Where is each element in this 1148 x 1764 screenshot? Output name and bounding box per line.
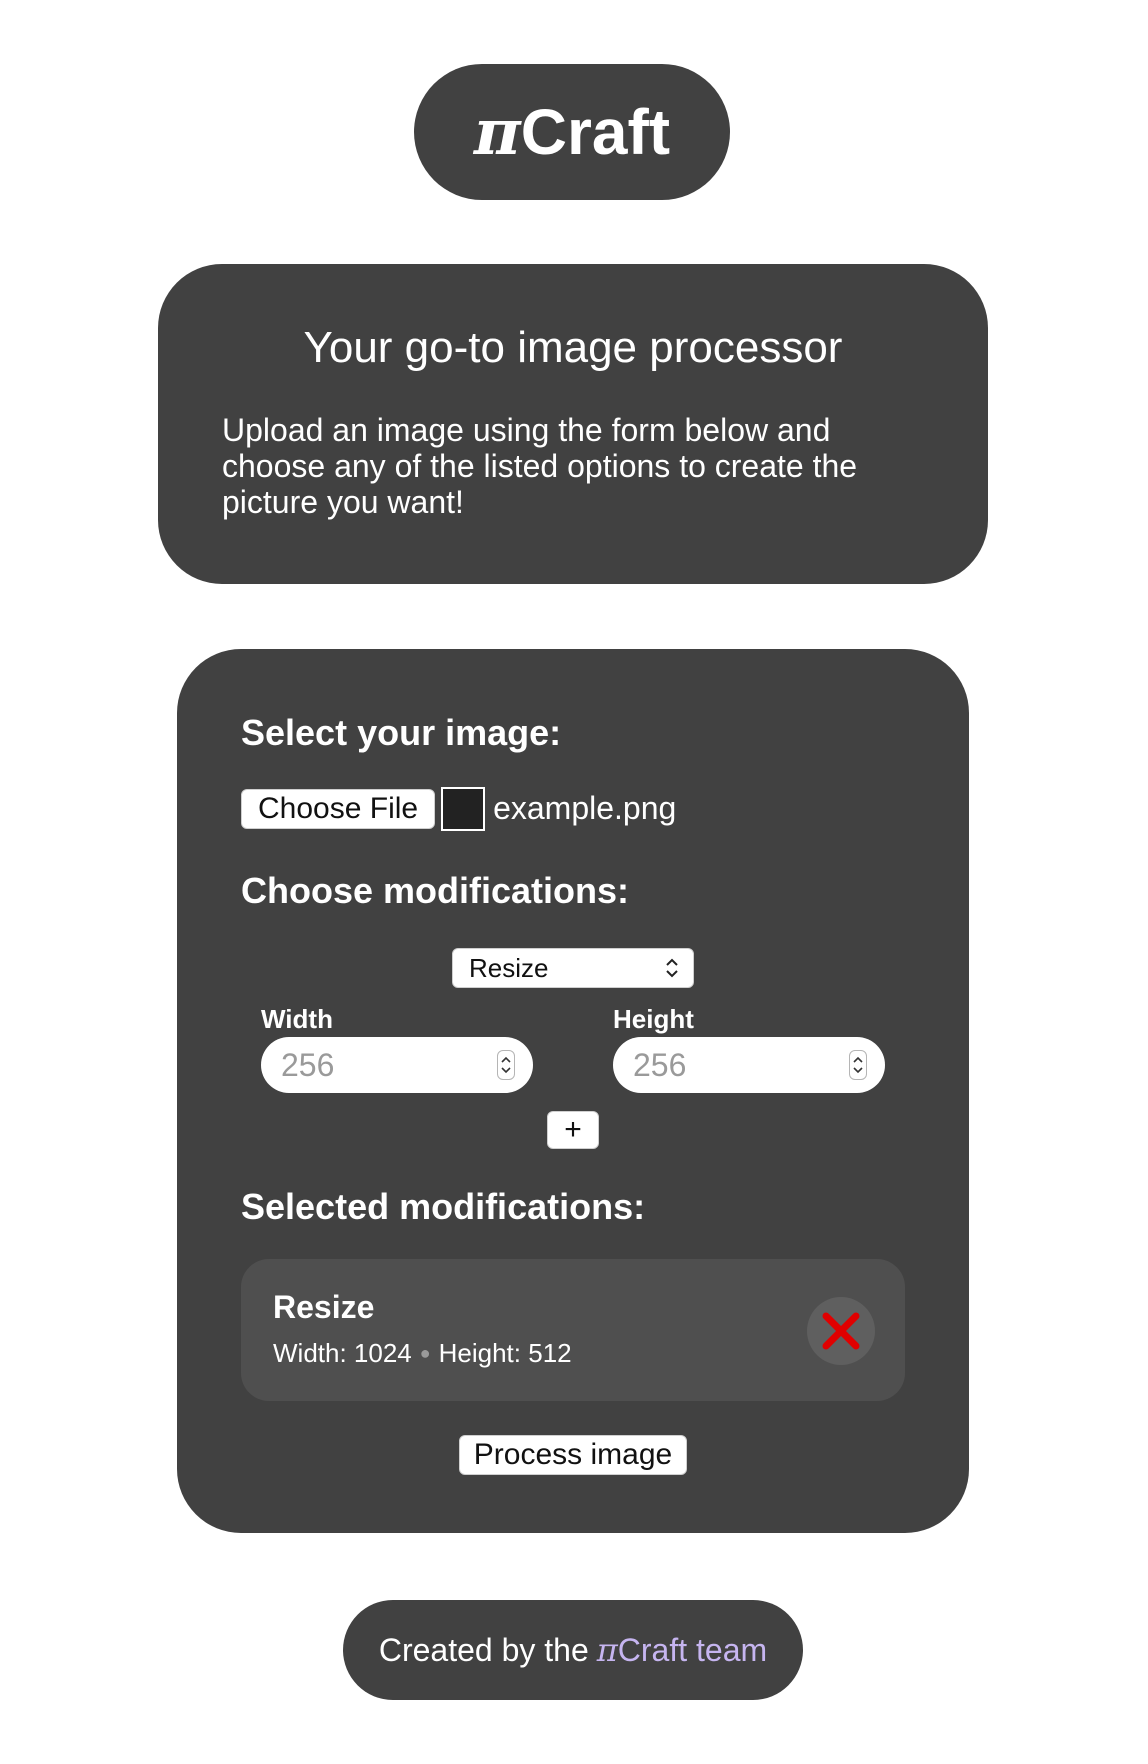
width-stepper-icon[interactable] [497, 1050, 515, 1081]
process-image-button[interactable]: Process image [458, 1434, 688, 1475]
choose-file-button[interactable]: Choose File [241, 788, 436, 829]
team-link-text: Craft team [617, 1632, 768, 1668]
logo-name: Craft [520, 95, 671, 168]
modification-select-value: Resize [469, 952, 549, 983]
height-label: Height [613, 1004, 694, 1035]
selected-modification-height: Height: 512 [438, 1337, 572, 1368]
width-label: Width [261, 1004, 333, 1035]
logo-pill: πCraft [414, 64, 730, 200]
height-field: Height 256 [613, 1004, 885, 1094]
height-input[interactable]: 256 [613, 1037, 885, 1094]
intro-title: Your go-to image processor [303, 323, 843, 372]
width-input[interactable]: 256 [261, 1037, 533, 1094]
height-placeholder: 256 [633, 1046, 687, 1083]
width-field: Width 256 [261, 1004, 533, 1094]
intro-description: Upload an image using the form below and… [222, 412, 858, 521]
width-placeholder: 256 [281, 1046, 335, 1083]
file-name: example.png [493, 790, 677, 827]
close-icon [822, 1312, 860, 1350]
remove-modification-button[interactable] [807, 1296, 875, 1365]
file-thumbnail [441, 786, 486, 831]
select-image-title: Select your image: [241, 712, 562, 753]
selected-modification-item: Resize Width: 1024 ● Height: 512 [241, 1258, 905, 1401]
add-modification-button[interactable]: + [547, 1111, 599, 1150]
selected-modifications-title: Selected modifications: [241, 1186, 646, 1228]
add-modification-wrap: + [241, 1111, 905, 1150]
file-row: Choose File example.png [241, 786, 905, 831]
select-arrows-icon [665, 957, 679, 979]
selected-modification-width: Width: 1024 [273, 1337, 412, 1368]
footer-prefix: Created by the [378, 1631, 589, 1668]
footer-pill: Created by the πCraft team [343, 1600, 803, 1700]
upload-form: Select your image: Choose File example.p… [177, 649, 969, 1533]
height-stepper-icon[interactable] [849, 1050, 867, 1081]
intro-card: Your go-to image processor Upload an ima… [158, 264, 988, 584]
dimension-fields: Width 256 Height 256 [241, 1004, 905, 1094]
modification-select-wrap: Resize [241, 948, 905, 989]
modification-select[interactable]: Resize [452, 948, 694, 989]
logo-pi: π [473, 94, 521, 170]
logo-text: πCraft [474, 95, 670, 170]
modifications-title: Choose modifications: [241, 869, 630, 911]
team-link[interactable]: πCraft team [597, 1631, 767, 1669]
process-wrap: Process image [241, 1434, 905, 1475]
team-link-pi: π [596, 1631, 618, 1669]
separator-dot-icon: ● [419, 1342, 431, 1363]
